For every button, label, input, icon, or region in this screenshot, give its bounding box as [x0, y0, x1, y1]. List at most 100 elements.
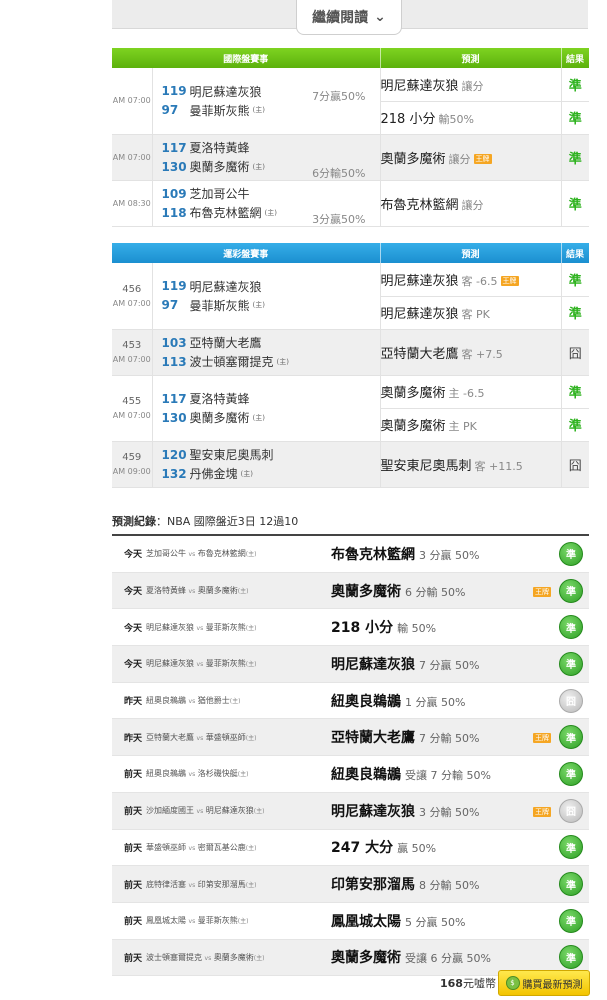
away-team: 117 夏洛特黃蜂 — [153, 138, 380, 157]
record-pick-detail: 受讓 6 分贏 50% — [405, 952, 491, 966]
record-day: 今天 — [123, 550, 142, 561]
record-row[interactable]: 前天 底特律活塞 vs 印第安那溜馬(主) 印第安那溜馬 8 分輸 50% 準 — [112, 866, 589, 903]
table-row: AM 07:00 119 明尼蘇達灰狼 97 曼菲斯灰熊 (主) 7分贏50% 明尼蘇達灰狼讓… — [112, 68, 590, 135]
record-row[interactable]: 今天 明尼蘇達灰狼 vs 曼菲斯灰熊(主) 明尼蘇達灰狼 7 分贏 50% 準 — [112, 646, 589, 683]
record-matchup: 鳳凰城太陽 vs 曼菲斯灰熊(主) — [142, 915, 331, 926]
game-number: 456 — [122, 283, 142, 295]
record-row[interactable]: 前天 紐奧良鵜鶘 vs 洛杉磯快艇(主) 紐奧良鵜鶘 受讓 7 分輸 50% 準 — [112, 756, 589, 793]
result-cell: 準 — [561, 296, 590, 330]
record-row[interactable]: 昨天 紐奧良鵜鶘 vs 猶他爵士(主) 紐奧良鵜鶘 1 分贏 50% 囧 — [112, 683, 589, 720]
price-value: 168 — [440, 977, 463, 990]
buy-prediction-button[interactable]: $ 購買最新預測 — [498, 970, 590, 996]
record-star-col: 王牌 — [525, 801, 551, 820]
record-home: 奧蘭多魔術 — [213, 952, 254, 962]
record-away: 華盛頓巫師 — [146, 842, 186, 852]
price-unit: 元 — [462, 977, 474, 990]
pick-team: 聖安東尼奧馬刺 — [380, 458, 472, 474]
home-team-number: 130 — [161, 159, 187, 174]
record-pick-detail: 3 分贏 50% — [419, 548, 480, 562]
record-row[interactable]: 今天 明尼蘇達灰狼 vs 曼菲斯灰熊(主) 218 小分輸 50% 準 — [112, 609, 589, 647]
home-team-name: 奧蘭多魔術 — [189, 160, 250, 174]
record-pick-detail: 8 分輸 50% — [419, 879, 480, 893]
record-home: 密爾瓦基公鹿 — [197, 842, 246, 852]
pick-team: 明尼蘇達灰狼 — [380, 78, 459, 94]
pick-spread: 客 +11.5 — [474, 459, 523, 473]
game-time: AM 07:00 — [112, 96, 151, 106]
home-team-name: 丹佛金塊 — [189, 467, 238, 481]
record-pick: 紐奧良鵜鶘 受讓 7 分輸 50% — [331, 764, 525, 784]
pick-spread: 客 +7.5 — [461, 347, 503, 361]
odds-text: 6分輸50% — [312, 166, 366, 180]
record-pick: 亞特蘭大老鷹 7 分輸 50% — [331, 727, 525, 747]
record-pick-team: 印第安那溜馬 — [331, 877, 415, 894]
record-vs: vs — [204, 954, 212, 962]
ace-badge: 王牌 — [533, 733, 551, 744]
chevron-down-icon: ⌄ — [374, 9, 386, 25]
record-away: 底特律活塞 — [146, 879, 186, 889]
record-pick: 247 大分贏 50% — [331, 837, 525, 857]
record-row[interactable]: 前天 鳳凰城太陽 vs 曼菲斯灰熊(主) 鳳凰城太陽 5 分贏 50% 準 — [112, 903, 589, 940]
record-home-mark: (主) — [245, 551, 257, 559]
home-team-number: 132 — [161, 466, 187, 481]
record-vs: vs — [196, 808, 204, 816]
intl-header-games: 國際盤賽事 — [112, 48, 381, 68]
record-vs: vs — [196, 624, 204, 632]
game-time-cell: AM 08:30 — [112, 180, 153, 227]
record-matchup: 紐奧良鵜鶘 vs 洛杉磯快艇(主) — [142, 768, 331, 779]
record-home-mark: (主) — [245, 624, 257, 632]
record-day: 前天 — [123, 843, 142, 854]
record-row[interactable]: 今天 芝加哥公牛 vs 布魯克林籃網(主) 布魯克林籃網 3 分贏 50% 準 — [112, 536, 589, 573]
home-team-name: 布魯克林籃網 — [189, 206, 262, 220]
record-day: 前天 — [123, 953, 142, 964]
pick-team: 布魯克林籃網 — [380, 197, 459, 213]
pick-team: 亞特蘭大老鷹 — [380, 346, 459, 362]
away-team: 103 亞特蘭大老鷹 — [153, 333, 380, 352]
record-row[interactable]: 昨天 亞特蘭大老鷹 vs 華盛頓巫師(主) 亞特蘭大老鷹 7 分輸 50% 王牌準 — [112, 719, 589, 757]
record-pick: 明尼蘇達灰狼 3 分輸 50% — [331, 801, 525, 821]
record-home-mark: (主) — [253, 954, 265, 962]
home-team-name: 奧蘭多魔術 — [189, 411, 250, 425]
record-row[interactable]: 前天 華盛頓巫師 vs 密爾瓦基公鹿(主) 247 大分贏 50% 準 — [112, 830, 589, 867]
lottery-header-games: 運彩盤賽事 — [112, 243, 381, 263]
record-pick: 鳳凰城太陽 5 分贏 50% — [331, 911, 525, 931]
record-row[interactable]: 今天 夏洛特黃蜂 vs 奧蘭多魔術(主) 奧蘭多魔術 6 分輸 50% 王牌準 — [112, 572, 589, 610]
home-mark: (主) — [276, 357, 289, 366]
miss-badge: 囧 — [559, 798, 583, 823]
record-matchup: 沙加緬度國王 vs 明尼蘇達灰狼(主) — [142, 805, 331, 816]
record-away: 明尼蘇達灰狼 — [146, 622, 194, 632]
game-time: AM 07:00 — [112, 298, 151, 308]
record-pick-team: 247 大分 — [331, 840, 394, 857]
odds-text: 7分贏50% — [312, 90, 366, 103]
game-number: 455 — [122, 396, 142, 407]
result-cell: 準 — [561, 263, 590, 297]
record-row[interactable]: 前天 沙加緬度國王 vs 明尼蘇達灰狼(主) 明尼蘇達灰狼 3 分輸 50% 王牌囧 — [112, 792, 589, 830]
home-team-name: 曼菲斯灰熊 — [189, 298, 250, 313]
record-vs: vs — [196, 734, 204, 742]
hit-badge: 準 — [559, 945, 583, 970]
record-pick-detail: 5 分贏 50% — [405, 915, 466, 929]
record-home: 奧蘭多魔術 — [197, 586, 238, 596]
lottery-header-pick: 預測 — [380, 243, 562, 263]
away-team-number: 119 — [161, 279, 187, 294]
record-home: 布魯克林籃網 — [197, 549, 246, 559]
coin-icon: $ — [505, 976, 520, 990]
continue-reading-label: 繼續閱讀 — [312, 10, 369, 26]
intl-prediction-table: 國際盤賽事 預測 結果 AM 07:00 119 明尼蘇達灰狼 97 曼菲斯灰熊 (主) 7… — [112, 48, 590, 227]
record-pick-detail: 1 分贏 50% — [405, 695, 466, 709]
record-home: 曼菲斯灰熊 — [205, 622, 246, 632]
record-pick: 明尼蘇達灰狼 7 分贏 50% — [331, 654, 525, 674]
record-pick-team: 亞特蘭大老鷹 — [331, 730, 415, 747]
pick-spread: 主 PK — [448, 420, 477, 433]
record-away: 鳳凰城太陽 — [146, 916, 186, 926]
away-team-number: 117 — [161, 140, 187, 155]
away-team-name: 亞特蘭大老鷹 — [189, 336, 262, 350]
record-pick-detail: 7 分贏 50% — [419, 658, 480, 672]
record-matchup: 明尼蘇達灰狼 vs 曼菲斯灰熊(主) — [142, 658, 331, 669]
record-away: 紐奧良鵜鶘 — [146, 696, 186, 706]
continue-reading-button[interactable]: 繼續閱讀 ⌄ — [296, 0, 402, 35]
pick-team: 218 小分 — [380, 112, 436, 127]
record-day: 昨天 — [123, 733, 142, 744]
pick-cell: 明尼蘇達灰狼客 PK — [380, 296, 562, 330]
record-day: 前天 — [123, 807, 142, 818]
record-pick-team: 鳳凰城太陽 — [331, 913, 401, 930]
